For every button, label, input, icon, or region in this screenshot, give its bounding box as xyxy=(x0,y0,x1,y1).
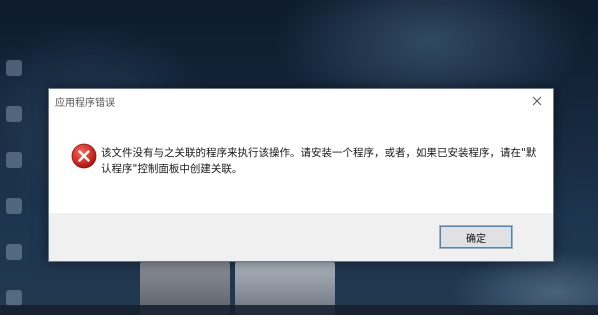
dialog-content: 该文件没有与之关联的程序来执行该操作。请安装一个程序，或者，如果已安装程序，请在… xyxy=(49,113,553,213)
desktop-icons xyxy=(6,60,24,336)
desktop-shortcut-icon[interactable] xyxy=(6,152,22,168)
dialog-title: 应用程序错误 xyxy=(55,98,115,109)
error-icon xyxy=(71,143,97,169)
desktop-shortcut-icon[interactable] xyxy=(6,106,22,122)
error-dialog: 应用程序错误 该文件没有与之关联的程序来执行该操作。请安装一个程序，或者，如果已… xyxy=(48,88,554,262)
close-button[interactable] xyxy=(525,91,549,111)
taskbar xyxy=(0,305,598,315)
error-message: 该文件没有与之关联的程序来执行该操作。请安装一个程序，或者，如果已安装程序，请在… xyxy=(101,147,537,175)
dialog-titlebar[interactable]: 应用程序错误 xyxy=(49,89,553,113)
ok-button[interactable]: 确定 xyxy=(439,225,513,249)
dialog-footer: 确定 xyxy=(49,213,553,261)
desktop-shortcut-icon[interactable] xyxy=(6,290,22,306)
desktop-shortcut-icon[interactable] xyxy=(6,198,22,214)
desktop-shortcut-icon[interactable] xyxy=(6,60,22,76)
close-icon xyxy=(532,96,542,106)
desktop-shortcut-icon[interactable] xyxy=(6,244,22,260)
